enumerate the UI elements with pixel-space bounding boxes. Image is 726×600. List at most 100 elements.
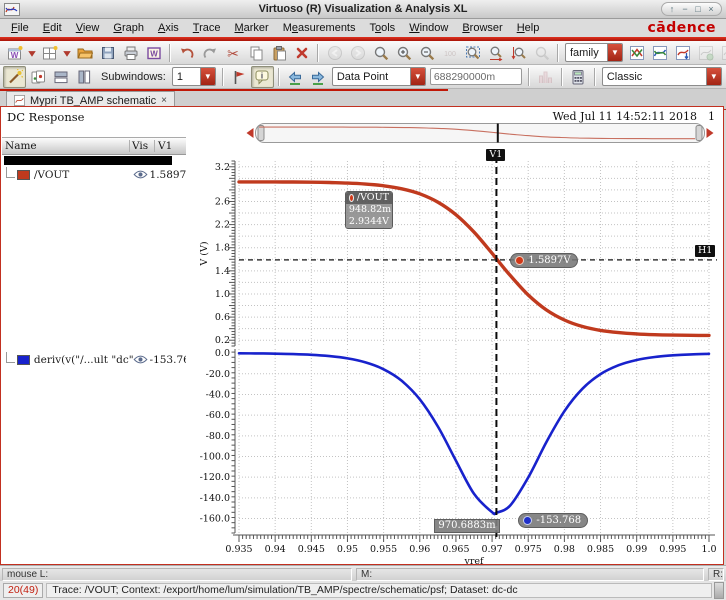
paste-button[interactable]: [267, 42, 290, 64]
open-icon: [77, 48, 93, 58]
zoom-x-button[interactable]: [484, 42, 507, 64]
menu-marker[interactable]: Marker: [227, 21, 275, 35]
maximize-button-icon[interactable]: □: [692, 4, 704, 14]
h1-marker-label[interactable]: H1: [695, 244, 716, 257]
combo-arrow-icon[interactable]: ▼: [705, 68, 721, 85]
zoom-fit-button[interactable]: [461, 42, 484, 64]
menu-edit[interactable]: Edit: [36, 21, 69, 35]
new-subwindow-button-dropdown[interactable]: [61, 42, 73, 64]
datatip-dot-icon: [348, 194, 354, 203]
redo-button[interactable]: [198, 42, 221, 64]
zoom-in-icon: [397, 46, 411, 60]
family-combo[interactable]: family ▼: [565, 43, 623, 62]
combo-arrow-icon[interactable]: ▼: [199, 68, 215, 85]
save-button[interactable]: [96, 42, 119, 64]
layout-cols-button[interactable]: [72, 66, 95, 88]
marker-value-input[interactable]: 688290000m: [429, 68, 522, 85]
graph-window: DC Response Wed Jul 11 14:52:11 2018 1 N…: [0, 106, 724, 565]
open-button[interactable]: [73, 42, 96, 64]
calculator-button[interactable]: [567, 66, 590, 88]
layout-rows-button[interactable]: [49, 66, 72, 88]
h1-value: 1.5897V: [528, 254, 571, 266]
status-bar: 20(49) Trace: /VOUT; Context: /export/ho…: [0, 581, 726, 600]
minimize-button-icon[interactable]: −: [679, 4, 691, 14]
status-scrollbar[interactable]: [714, 582, 724, 599]
deriv-min-readout[interactable]: -153.768: [518, 513, 589, 529]
menu-trace[interactable]: Trace: [186, 21, 228, 35]
vout-datatip[interactable]: /VOUT 948.82m 2.9344V: [344, 191, 393, 230]
export-image-button[interactable]: W: [142, 42, 165, 64]
zoom-100-button[interactable]: 100: [438, 42, 461, 64]
zoom-prev-button[interactable]: [530, 42, 553, 64]
svg-text:2.2: 2.2: [215, 220, 230, 231]
menu-window[interactable]: Window: [402, 21, 455, 35]
menu-graph[interactable]: Graph: [106, 21, 151, 35]
paste-icon: [273, 45, 286, 60]
menu-axis[interactable]: Axis: [151, 21, 186, 35]
strip-chart-button[interactable]: [625, 42, 648, 64]
copy-icon: [250, 46, 262, 60]
curve-deriv[interactable]: [237, 352, 711, 516]
delete-chart-button[interactable]: [717, 42, 726, 64]
shade-button-icon[interactable]: ↑: [666, 4, 678, 14]
title-bar: Virtuoso (R) Visualization & Analysis XL…: [0, 0, 726, 19]
style-combo[interactable]: Classic ▼: [601, 67, 722, 86]
label-toggle-button[interactable]: i: [250, 65, 274, 88]
back-button[interactable]: [323, 42, 346, 64]
menu-browser[interactable]: Browser: [455, 21, 509, 35]
new-window-button[interactable]: W: [3, 42, 26, 64]
print-button[interactable]: [119, 42, 142, 64]
menu-help[interactable]: Help: [510, 21, 547, 35]
svg-text:✂: ✂: [227, 45, 239, 61]
svg-text:0.985: 0.985: [587, 544, 614, 555]
redo-icon: [203, 48, 216, 58]
h1-intersection-readout[interactable]: 1.5897V: [510, 252, 578, 268]
v1-x-readout[interactable]: 970.6883m: [434, 519, 500, 533]
undo-icon: [180, 48, 193, 58]
zoom-x-icon: [489, 46, 502, 61]
delete-button[interactable]: [290, 42, 313, 64]
cards-button[interactable]: [26, 66, 49, 88]
new-subwindow-button[interactable]: [38, 42, 61, 64]
subwindows-combo[interactable]: 1 ▼: [171, 67, 216, 86]
close-button-icon[interactable]: ×: [705, 4, 717, 14]
undo-button[interactable]: [175, 42, 198, 64]
copy-button[interactable]: [244, 42, 267, 64]
mouse-hint-bar: mouse L: M: R:: [0, 565, 726, 582]
menu-measurements[interactable]: Measurements: [276, 21, 363, 35]
menu-bar: File Edit View Graph Axis Trace Marker Measurem…: [0, 19, 726, 37]
menu-view[interactable]: View: [69, 21, 107, 35]
overlay-chart-button[interactable]: [648, 42, 671, 64]
marker-mode-combo[interactable]: Data Point ▼: [331, 67, 426, 86]
combo-arrow-icon[interactable]: ▼: [607, 44, 622, 61]
menu-file[interactable]: File: [4, 21, 36, 35]
add-chart-button[interactable]: [694, 42, 717, 64]
svg-text:-160.0: -160.0: [200, 514, 230, 525]
zoom-out-button[interactable]: [415, 42, 438, 64]
next-point-button[interactable]: [307, 66, 330, 88]
wizard-button[interactable]: [3, 65, 26, 88]
svg-text:W: W: [10, 51, 18, 60]
forward-button[interactable]: [346, 42, 369, 64]
flag-button[interactable]: [228, 66, 251, 88]
layout-cols-icon: [78, 70, 90, 83]
zoom-button[interactable]: [369, 42, 392, 64]
toolbar-separator: [527, 67, 530, 86]
curve-vout[interactable]: [237, 180, 711, 338]
blue-point-icon: [523, 516, 533, 526]
swap-axes-button[interactable]: [671, 42, 694, 64]
tab-close-icon[interactable]: ×: [161, 95, 167, 106]
chart-del-icon: [721, 45, 726, 60]
plot-area[interactable]: 3.2 2.6 2.2 1.8 1.4 1.0 0.6 0.2 V (V) 0.0 -20.0 -40…: [1, 107, 725, 564]
prev-point-button[interactable]: [284, 66, 307, 88]
menu-tools[interactable]: Tools: [363, 21, 403, 35]
new-window-button-dropdown[interactable]: [26, 42, 38, 64]
dropdown-caret-icon: [28, 50, 36, 57]
v1-marker-label[interactable]: V1: [486, 149, 506, 161]
zoom-in-button[interactable]: [392, 42, 415, 64]
cut-button[interactable]: ✂: [221, 42, 244, 64]
delete-icon: [296, 47, 307, 58]
zoom-y-button[interactable]: [507, 42, 530, 64]
combo-arrow-icon[interactable]: ▼: [409, 68, 425, 85]
histogram-button[interactable]: [534, 66, 557, 88]
